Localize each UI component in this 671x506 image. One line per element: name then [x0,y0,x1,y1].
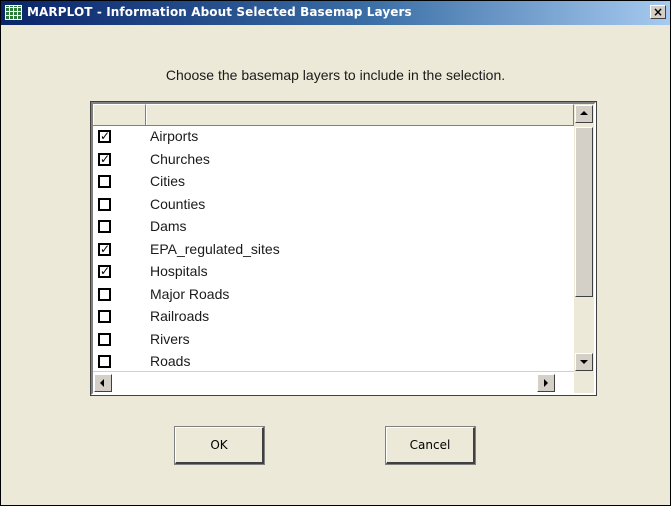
list-item[interactable]: Counties [93,194,574,217]
layer-label: Roads [150,353,191,369]
list-item[interactable]: Major Roads [93,284,574,307]
layer-listbox[interactable]: ✓ Airports ✓ Churches Cities Counties Dams ✓ EPA… [90,101,597,396]
list-item[interactable]: ✓ Hospitals [93,261,574,284]
layer-checkbox[interactable] [98,220,111,233]
vertical-scrollbar[interactable] [574,104,594,373]
scroll-down-button[interactable] [575,353,593,371]
header-name-column[interactable] [146,104,574,125]
layer-checkbox[interactable]: ✓ [98,265,111,278]
list-item[interactable]: Cities [93,171,574,194]
list-item[interactable]: ✓ Airports [93,126,574,149]
left-arrow-icon [100,379,104,387]
layer-label: Airports [150,128,199,144]
scroll-right-button[interactable] [537,374,555,392]
list-item[interactable]: Dams [93,216,574,239]
marplot-grid-icon [5,5,22,20]
layer-checkbox[interactable] [98,310,111,323]
layer-label: EPA_regulated_sites [150,240,280,257]
layer-label: Cities [150,173,186,189]
layer-rows: ✓ Airports ✓ Churches Cities Counties Dams ✓ EPA… [93,126,574,371]
layer-checkbox[interactable] [98,287,111,301]
layer-label: Churches [150,150,210,167]
list-item[interactable]: ✓ EPA_regulated_sites [93,239,574,262]
layer-checkbox[interactable] [98,332,111,346]
layer-checkbox[interactable]: ✓ [98,242,111,256]
horizontal-scrollbar[interactable] [93,371,574,393]
cancel-button[interactable]: Cancel [385,426,476,465]
list-item[interactable]: Roads [93,351,574,371]
scroll-corner [574,371,594,393]
layer-label: Hospitals [150,263,208,279]
dialog-window: MARPLOT - Information About Selected Bas… [0,0,671,506]
up-arrow-icon [580,111,588,115]
scroll-thumb[interactable] [575,127,593,297]
layer-label: Major Roads [150,285,230,302]
list-item[interactable]: Railroads [93,306,574,329]
layer-label: Rivers [150,330,190,347]
list-header [93,104,574,126]
instruction-text: Choose the basemap layers to include in … [165,67,506,83]
layer-checkbox[interactable]: ✓ [98,152,111,166]
list-item[interactable]: ✓ Churches [93,149,574,172]
layer-checkbox[interactable] [98,355,111,368]
window-title: MARPLOT - Information About Selected Bas… [27,5,412,19]
close-button[interactable]: × [650,5,666,19]
scroll-up-button[interactable] [575,105,593,123]
layer-checkbox[interactable]: ✓ [98,130,111,143]
layer-checkbox[interactable] [98,197,111,211]
header-check-column[interactable] [93,104,146,125]
down-arrow-icon [580,360,588,364]
close-icon: × [652,5,664,19]
right-arrow-icon [544,379,548,387]
layer-label: Counties [150,195,206,212]
scroll-left-button[interactable] [94,374,112,392]
layer-label: Dams [150,218,187,234]
layer-checkbox[interactable] [98,175,111,188]
title-bar[interactable]: MARPLOT - Information About Selected Bas… [1,1,670,25]
ok-button[interactable]: OK [174,426,265,465]
layer-label: Railroads [150,308,210,324]
list-item[interactable]: Rivers [93,329,574,352]
